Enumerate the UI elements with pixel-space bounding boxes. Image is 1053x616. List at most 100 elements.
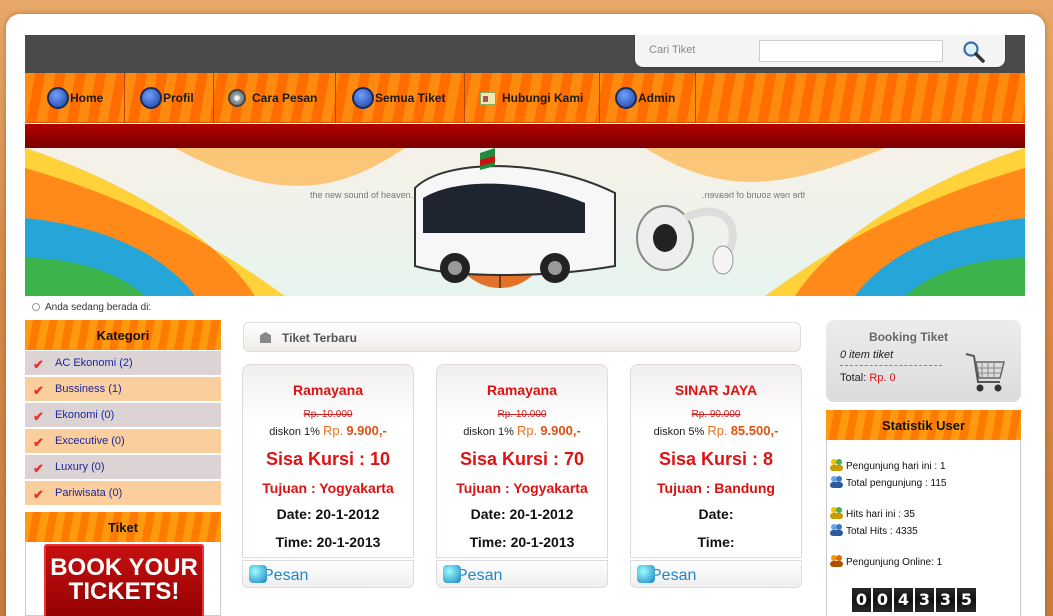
stat-visitors-today: Pengunjung hari ini : 1: [846, 461, 946, 472]
stat-online: Pengunjung Online: 1: [846, 557, 943, 568]
ticket-seats: Sisa Kursi : 10: [265, 449, 391, 469]
ticket-time: Time: 20-1-2013: [469, 534, 575, 550]
ticket-price: 85.500,-: [730, 423, 779, 438]
ticket-icon: [352, 87, 374, 109]
ticket-discount: diskon 1%: [269, 426, 320, 438]
counter-digit: 3: [915, 588, 934, 612]
banner-illustration: the new sound of heaven. the new sound o…: [25, 148, 1025, 296]
category-item[interactable]: ✔ Luxury (0): [25, 455, 221, 479]
check-icon: ✔: [33, 409, 44, 424]
nav-admin[interactable]: Admin: [600, 73, 696, 123]
ticket-date: Date:: [698, 506, 734, 522]
order-icon: [637, 565, 655, 583]
nav-semua-tiket-label: Semua Tiket: [375, 91, 446, 105]
magnifier-icon[interactable]: [961, 39, 985, 63]
ticket-old-price: Rp. 10.000: [497, 409, 547, 420]
ticket-old-price: Rp. 90.000: [691, 409, 741, 420]
users-icon: [830, 459, 843, 471]
pesan-label: Pesan: [457, 567, 503, 584]
ticket-discount-line: diskon 5% Rp. 85.500,-: [631, 423, 801, 438]
nav-profil[interactable]: Profil: [125, 73, 214, 123]
ticket-operator: Ramayana: [292, 382, 364, 398]
nav-hubungi-kami[interactable]: Hubungi Kami: [465, 73, 600, 123]
pesan-button[interactable]: Pesan: [436, 560, 608, 588]
category-item[interactable]: ✔ Ekonomi (0): [25, 403, 221, 427]
ticket-discount: diskon 5%: [653, 426, 705, 438]
nav-cara-pesan[interactable]: Cara Pesan: [214, 73, 336, 123]
category-item[interactable]: ✔ Pariwisata (0): [25, 481, 221, 505]
top-bar: Cari Tiket: [25, 35, 1025, 73]
ticket-operator: SINAR JAYA: [674, 382, 758, 398]
category-label: Excecutive (0): [55, 435, 125, 447]
pesan-label: Pesan: [263, 567, 309, 584]
check-icon: ✔: [33, 435, 44, 450]
statistik-heading: Statistik User: [826, 410, 1021, 440]
nav-admin-label: Admin: [638, 91, 676, 105]
main-nav: Home Profil Cara Pesan Semua Tiket Hubun…: [25, 73, 1025, 123]
ticket-destination: Tujuan : Yogyakarta: [456, 480, 588, 496]
pesan-button[interactable]: Pesan: [242, 560, 414, 588]
svg-text:the new sound of heaven.: the new sound of heaven.: [310, 190, 413, 200]
category-label: Ekonomi (0): [55, 409, 115, 421]
ticket-date: Date: 20-1-2012: [470, 506, 574, 522]
ticket-destination: Tujuan : Bandung: [657, 480, 775, 496]
category-label: AC Ekonomi (2): [55, 357, 133, 369]
cd-icon: [228, 89, 246, 107]
ticket-old-price: Rp. 10.000: [303, 409, 353, 420]
check-icon: ✔: [33, 461, 44, 476]
users-icon: [830, 507, 843, 519]
booking-total-label: Total:: [840, 372, 867, 384]
check-icon: ✔: [33, 357, 44, 372]
profile-icon: [140, 87, 162, 109]
ticket-seats: Sisa Kursi : 70: [459, 449, 585, 469]
booking-title: Booking Tiket: [868, 330, 949, 344]
order-icon: [443, 565, 461, 583]
breadcrumb: Anda sedang berada di:: [32, 302, 151, 313]
counter-digit: 0: [873, 588, 892, 612]
search-input[interactable]: [759, 40, 943, 62]
breadcrumb-bullet-icon: [32, 303, 40, 311]
nav-semua-tiket[interactable]: Semua Tiket: [336, 73, 465, 123]
stat-hits-today: Hits hari ini : 35: [846, 509, 915, 520]
home-icon: [47, 87, 69, 109]
ticket-destination: Tujuan : Yogyakarta: [262, 480, 394, 496]
booking-panel: Booking Tiket 0 item tiket Total: Rp. 0: [826, 320, 1021, 402]
category-label: Bussiness (1): [55, 383, 122, 395]
category-item[interactable]: ✔ Excecutive (0): [25, 429, 221, 453]
ticket-price: 9.900,-: [540, 423, 581, 438]
ticket-time: Time: 20-1-2013: [275, 534, 381, 550]
category-item[interactable]: ✔ Bussiness (1): [25, 377, 221, 401]
booking-total: Total: Rp. 0: [840, 372, 896, 384]
search-label: Cari Tiket: [649, 44, 696, 56]
ticket-price: 9.900,-: [346, 423, 387, 438]
search-box: Cari Tiket: [635, 35, 1005, 67]
ticket-currency: Rp.: [707, 423, 728, 438]
nav-profil-label: Profil: [163, 91, 194, 105]
nav-home-label: Home: [70, 91, 104, 105]
ticket-currency: Rp.: [323, 423, 344, 438]
home-small-icon: [260, 332, 271, 343]
nav-home[interactable]: Home: [25, 73, 125, 123]
shopping-cart-icon[interactable]: [964, 348, 1006, 394]
users-icon: [830, 524, 843, 536]
ticket-date: Date: 20-1-2012: [276, 506, 380, 522]
counter-digit: 4: [894, 588, 913, 612]
kategori-heading: Kategori: [25, 320, 221, 350]
admin-icon: [615, 87, 637, 109]
category-label: Luxury (0): [55, 461, 105, 473]
pesan-button[interactable]: Pesan: [630, 560, 802, 588]
check-icon: ✔: [33, 383, 44, 398]
ticket-currency: Rp.: [517, 423, 538, 438]
ticket-discount-line: diskon 1% Rp. 9.900,-: [243, 423, 413, 438]
contact-card-icon: [480, 91, 496, 105]
users-icon: [830, 476, 843, 488]
svg-text:the new sound of heaven.: the new sound of heaven.: [702, 190, 805, 200]
ticket-operator: Ramayana: [486, 382, 558, 398]
latest-tickets-title: Tiket Terbaru: [282, 331, 357, 345]
red-divider-bar: [25, 124, 1025, 148]
book-tickets-banner[interactable]: BOOK YOUR TICKETS!: [44, 544, 204, 616]
check-icon: ✔: [33, 487, 44, 502]
ticket-discount: diskon 1%: [463, 426, 514, 438]
ticket-card: Ramayana Rp. 10.000 diskon 1% Rp. 9.900,…: [242, 364, 414, 558]
category-item[interactable]: ✔ AC Ekonomi (2): [25, 351, 221, 375]
